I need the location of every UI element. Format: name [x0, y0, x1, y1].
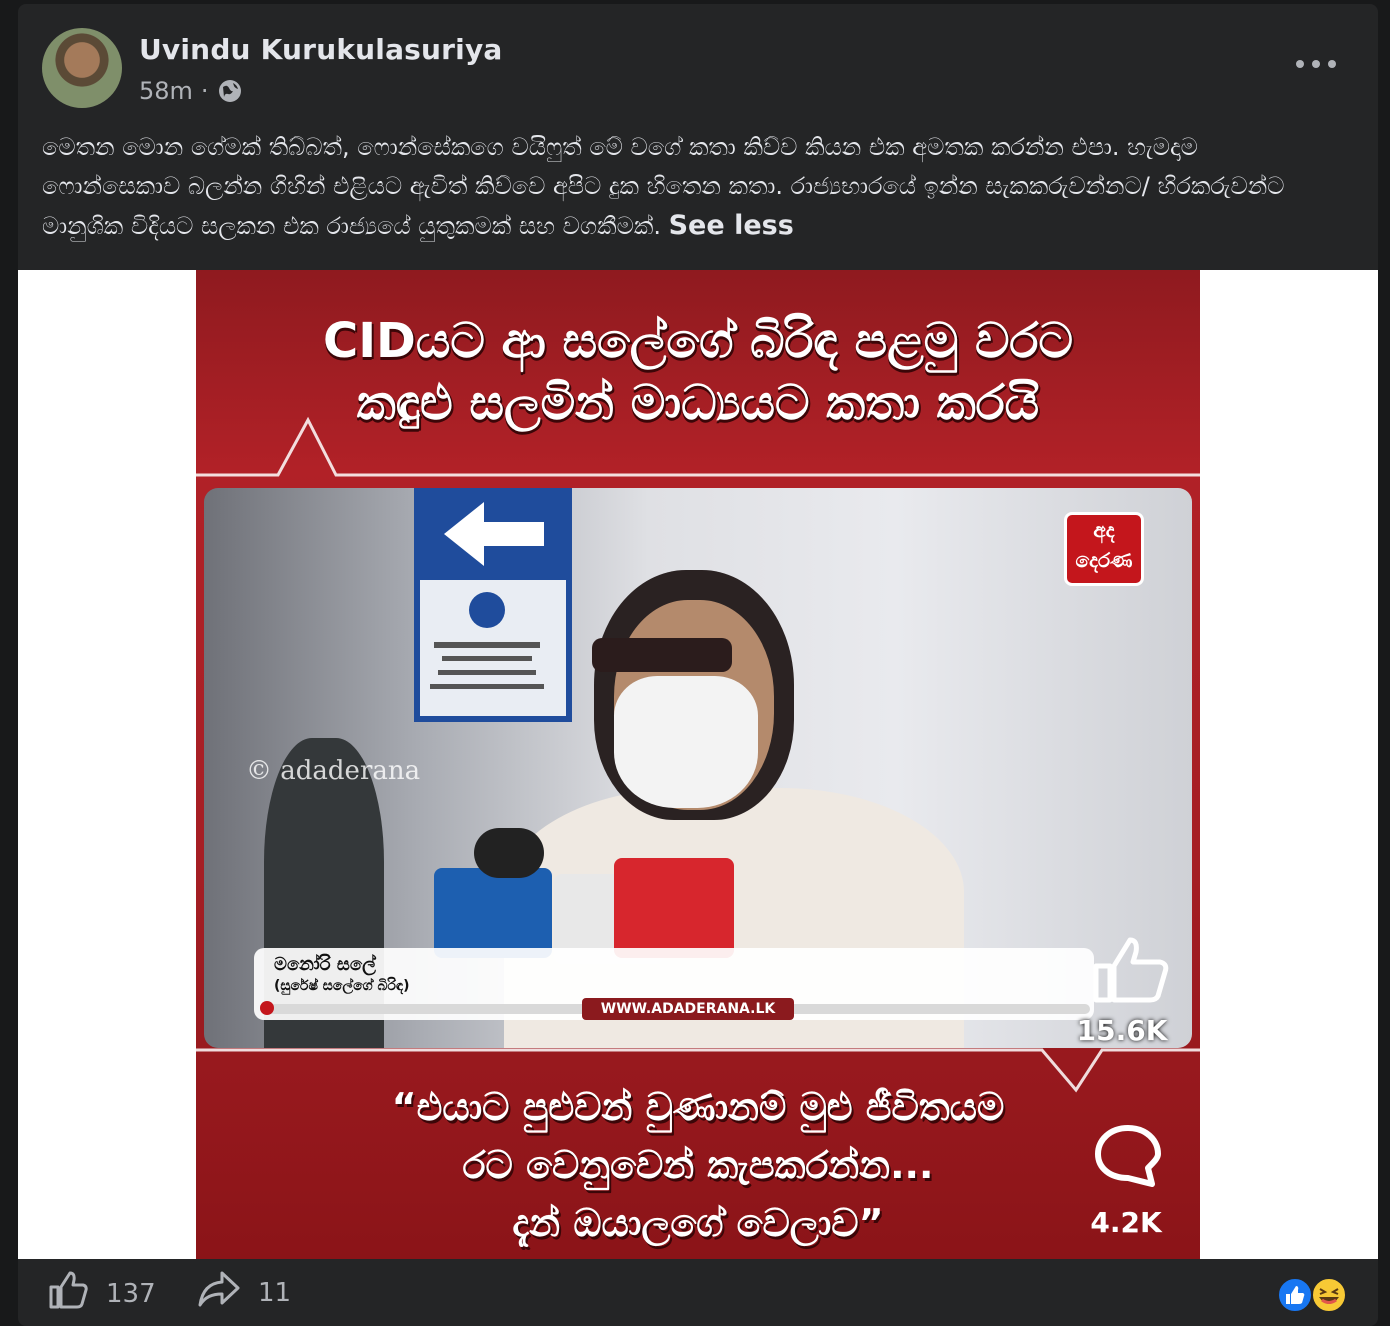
headline-line-2: කඳුළු සලමින් මාධ්‍යයට කතා කරයි — [356, 375, 1040, 431]
sunglasses — [592, 638, 732, 672]
dot-icon — [1296, 60, 1304, 68]
microphones — [434, 828, 734, 964]
quote-line-2: රට වෙනුවෙන් කැපකරන්න... — [462, 1143, 934, 1187]
progress-dot — [260, 1001, 274, 1015]
post-media[interactable]: CIDයට ආ සලේගේ බිරිඳ පළමු වරට කඳුළු සලමින… — [18, 270, 1378, 1259]
overlay-comment-icon — [1092, 1122, 1164, 1188]
share-count: 11 — [258, 1277, 292, 1308]
post-body: මෙතන මොන ගේමක් තිබ්බත්, ෆොන්සේකගෙ වයිෆුත… — [42, 128, 1342, 246]
post-body-text: මෙතන මොන ගේමක් තිබ්බත්, ෆොන්සේකගෙ වයිෆුත… — [42, 133, 1285, 240]
headline-line-1: CIDයට ආ සලේගේ බිරිඳ පළමු වරට — [322, 313, 1074, 369]
like-reaction-icon — [1277, 1277, 1313, 1313]
like-button[interactable]: 137 — [48, 1271, 156, 1316]
see-less-link[interactable]: See less — [669, 210, 794, 241]
haha-reaction-icon — [1311, 1277, 1347, 1313]
speaker-role: (සුරේෂ් සලේගේ බිරිඳ) — [274, 978, 410, 994]
cid-sign — [414, 580, 572, 722]
ada-derana-logo: අද දෙරණ — [1064, 512, 1144, 586]
more-options-button[interactable] — [1296, 52, 1336, 76]
face-mask — [614, 676, 758, 808]
overlay-like-icon — [1086, 934, 1172, 1004]
post-meta: 58m · — [139, 74, 243, 108]
direction-arrow-sign — [414, 488, 572, 580]
author-avatar[interactable] — [42, 28, 122, 108]
reaction-summary[interactable] — [1276, 1275, 1352, 1315]
news-graphic[interactable]: CIDයට ආ සලේගේ බිරිඳ පළමු වරට කඳුළු සලමින… — [196, 270, 1200, 1259]
name-lower-third: මනෝරි සලේ (සුරේෂ් සලේගේ බිරිඳ) WWW.ADADE… — [254, 948, 1094, 1020]
site-url: WWW.ADADERANA.LK — [582, 998, 794, 1020]
video-still: © adaderana අද දෙරණ මනෝරි සලේ (සුරේෂ් සල… — [204, 488, 1192, 1048]
thumbs-up-icon — [48, 1271, 88, 1316]
author-name[interactable]: Uvindu Kurukulasuriya — [139, 33, 503, 66]
video-watermark: © adaderana — [246, 756, 421, 786]
dot-icon — [1328, 60, 1336, 68]
post-time[interactable]: 58m — [139, 77, 193, 105]
overlay-comment-count: 4.2K — [1090, 1206, 1162, 1239]
news-headline: CIDයට ආ සලේගේ බිරිඳ පළමු වරට කඳුළු සලමින… — [196, 310, 1200, 434]
share-arrow-icon — [198, 1271, 240, 1314]
post-card: Uvindu Kurukulasuriya 58m · මෙතන මොන ගේම… — [18, 4, 1378, 1326]
quote-line-3: දැන් ඔයාලගේ වෙලාව” — [512, 1201, 884, 1245]
like-count: 137 — [106, 1278, 156, 1309]
speaker-name: මනෝරි සලේ — [274, 954, 376, 975]
globe-icon[interactable] — [217, 78, 243, 104]
meta-separator: · — [200, 77, 209, 105]
quote-banner-shape — [196, 1048, 1200, 1093]
share-button[interactable]: 11 — [198, 1271, 291, 1314]
post-footer: 137 11 — [18, 1259, 1378, 1326]
dot-icon — [1312, 60, 1320, 68]
news-quote: “එයාට පුළුවන් වුණානම් මුළු ජීවිතයම රට වෙ… — [196, 1078, 1200, 1252]
